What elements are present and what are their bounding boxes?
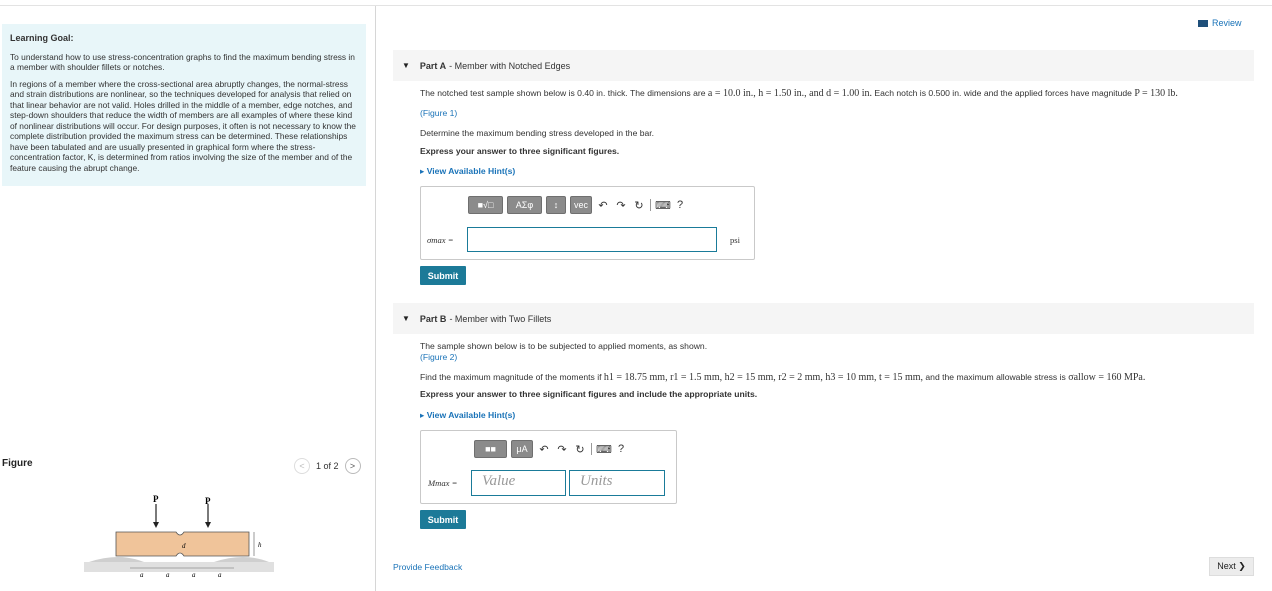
part-a-title: - Member with Notched Edges <box>449 60 571 71</box>
part-b-header[interactable]: ▼ Part B - Member with Two Fillets <box>393 303 1254 334</box>
figure-1-link[interactable]: (Figure 1) <box>420 108 457 118</box>
figure-pager: < 1 of 2 > <box>294 458 361 474</box>
templates-button[interactable]: ■■ <box>474 440 507 458</box>
symbols-button[interactable]: AΣφ <box>507 196 542 214</box>
notched-member-figure: P P d h a a a a <box>84 494 274 579</box>
reset-icon[interactable]: ↻ <box>573 443 587 456</box>
top-border <box>0 5 1272 6</box>
next-button[interactable]: Next ❯ <box>1209 557 1254 576</box>
reset-icon[interactable]: ↻ <box>632 199 646 212</box>
learning-goal-panel: Learning Goal: To understand how to use … <box>2 24 366 186</box>
units-input[interactable]: Units <box>569 470 665 496</box>
keyboard-icon[interactable]: ⌨ <box>596 443 612 456</box>
subscript-button[interactable]: ↕ <box>546 196 566 214</box>
learning-goal-title: Learning Goal: <box>10 33 74 43</box>
part-a-text-2: Each notch is 0.500 in. wide and the app… <box>872 88 1135 98</box>
part-a-instruction: Express your answer to three significant… <box>420 146 620 156</box>
part-a-hints-label: View Available Hint(s) <box>426 166 516 176</box>
part-a-hints-toggle[interactable]: ▸ View Available Hint(s) <box>420 166 515 177</box>
figure-label: Figure <box>2 458 33 469</box>
value-input[interactable]: Value <box>471 470 566 496</box>
part-a-label: Part A <box>419 60 447 71</box>
undo-icon[interactable]: ↶ <box>537 443 551 456</box>
a-label-3: a <box>192 571 196 579</box>
review-link[interactable]: Review <box>1198 18 1242 28</box>
part-b-math-toolbar: ■■ μA ↶ ↷ ↻ ⌨ ? <box>474 440 628 458</box>
force-arrowhead-left <box>153 522 159 528</box>
learning-goal-text-2: In regions of a member where the cross-s… <box>10 78 356 173</box>
undo-icon[interactable]: ↶ <box>596 199 610 212</box>
help-icon[interactable]: ? <box>614 443 628 455</box>
toolbar-separator <box>591 443 592 455</box>
part-b-title: - Member with Two Fillets <box>449 313 552 324</box>
force-arrowhead-right <box>205 522 211 528</box>
toolbar-separator <box>650 199 651 211</box>
previous-figure-button[interactable]: < <box>294 458 310 474</box>
sigma-max-input[interactable] <box>467 227 717 252</box>
force-label-right: P <box>205 496 211 506</box>
templates-button[interactable]: ■√□ <box>468 196 503 214</box>
next-figure-button[interactable]: > <box>344 458 361 474</box>
notch-depth-label: d <box>182 542 186 550</box>
value-placeholder: Value <box>482 473 516 489</box>
part-b-instruction: Express your answer to three significant… <box>420 389 758 399</box>
part-b-question-text-2: and the maximum allowable stress is <box>923 372 1069 382</box>
part-b-allowable-stress-math: σallow = 160 MPa. <box>1068 372 1146 383</box>
redo-icon[interactable]: ↷ <box>614 199 628 212</box>
figure-2-link[interactable]: (Figure 2) <box>420 352 457 362</box>
sigma-max-label: σmax = <box>427 235 454 245</box>
part-b-dimensions-math: h1 = 18.75 mm, r1 = 1.5 mm, h2 = 15 mm, … <box>603 372 924 383</box>
height-label: h <box>258 541 262 549</box>
ground-shading <box>84 562 274 572</box>
part-a-header[interactable]: ▼ Part A - Member with Notched Edges <box>393 50 1254 81</box>
part-b-statement: The sample shown below is to be subjecte… <box>420 341 708 351</box>
part-a-dimensions-math: a = 10.0 in., h = 1.50 in., and d = 1.00… <box>707 88 873 99</box>
left-support <box>89 557 144 562</box>
vector-button[interactable]: vec <box>570 196 592 214</box>
collapse-triangle-icon: ▼ <box>402 314 410 323</box>
review-label: Review <box>1212 18 1242 28</box>
a-label-1: a <box>140 571 144 579</box>
part-b-label: Part B <box>419 313 447 324</box>
part-b-submit-button[interactable]: Submit <box>420 510 466 529</box>
keyboard-icon[interactable]: ⌨ <box>655 199 671 212</box>
review-icon <box>1198 19 1208 27</box>
figure-page-count: 1 of 2 <box>316 461 339 471</box>
units-button[interactable]: μA <box>511 440 533 458</box>
learning-goal-text-1: To understand how to use stress-concentr… <box>10 51 355 73</box>
a-label-4: a <box>218 571 222 579</box>
part-a-force-math: P = 130 lb. <box>1134 88 1178 99</box>
right-support <box>214 557 269 562</box>
part-b-question-text-1: Find the maximum magnitude of the moment… <box>420 372 604 382</box>
part-b-hints-toggle[interactable]: ▸ View Available Hint(s) <box>420 410 515 421</box>
part-a-problem-statement: The notched test sample shown below is 0… <box>420 88 1178 99</box>
part-a-math-toolbar: ■√□ AΣφ ↕ vec ↶ ↷ ↻ ⌨ ? <box>468 196 687 214</box>
part-b-hints-label: View Available Hint(s) <box>426 410 516 420</box>
panel-divider <box>375 6 376 591</box>
help-icon[interactable]: ? <box>673 199 687 211</box>
force-label-left: P <box>153 494 159 504</box>
redo-icon[interactable]: ↷ <box>555 443 569 456</box>
provide-feedback-link[interactable]: Provide Feedback <box>393 562 462 572</box>
unit-label-psi: psi <box>730 235 741 245</box>
part-a-submit-button[interactable]: Submit <box>420 266 466 285</box>
units-placeholder: Units <box>580 473 613 489</box>
collapse-triangle-icon: ▼ <box>402 61 410 70</box>
part-a-text-1: The notched test sample shown below is 0… <box>420 88 708 98</box>
part-b-question: Find the maximum magnitude of the moment… <box>420 372 1145 383</box>
part-a-question: Determine the maximum bending stress dev… <box>420 128 655 138</box>
a-label-2: a <box>166 571 170 579</box>
m-max-label: Mmax = <box>428 478 458 488</box>
